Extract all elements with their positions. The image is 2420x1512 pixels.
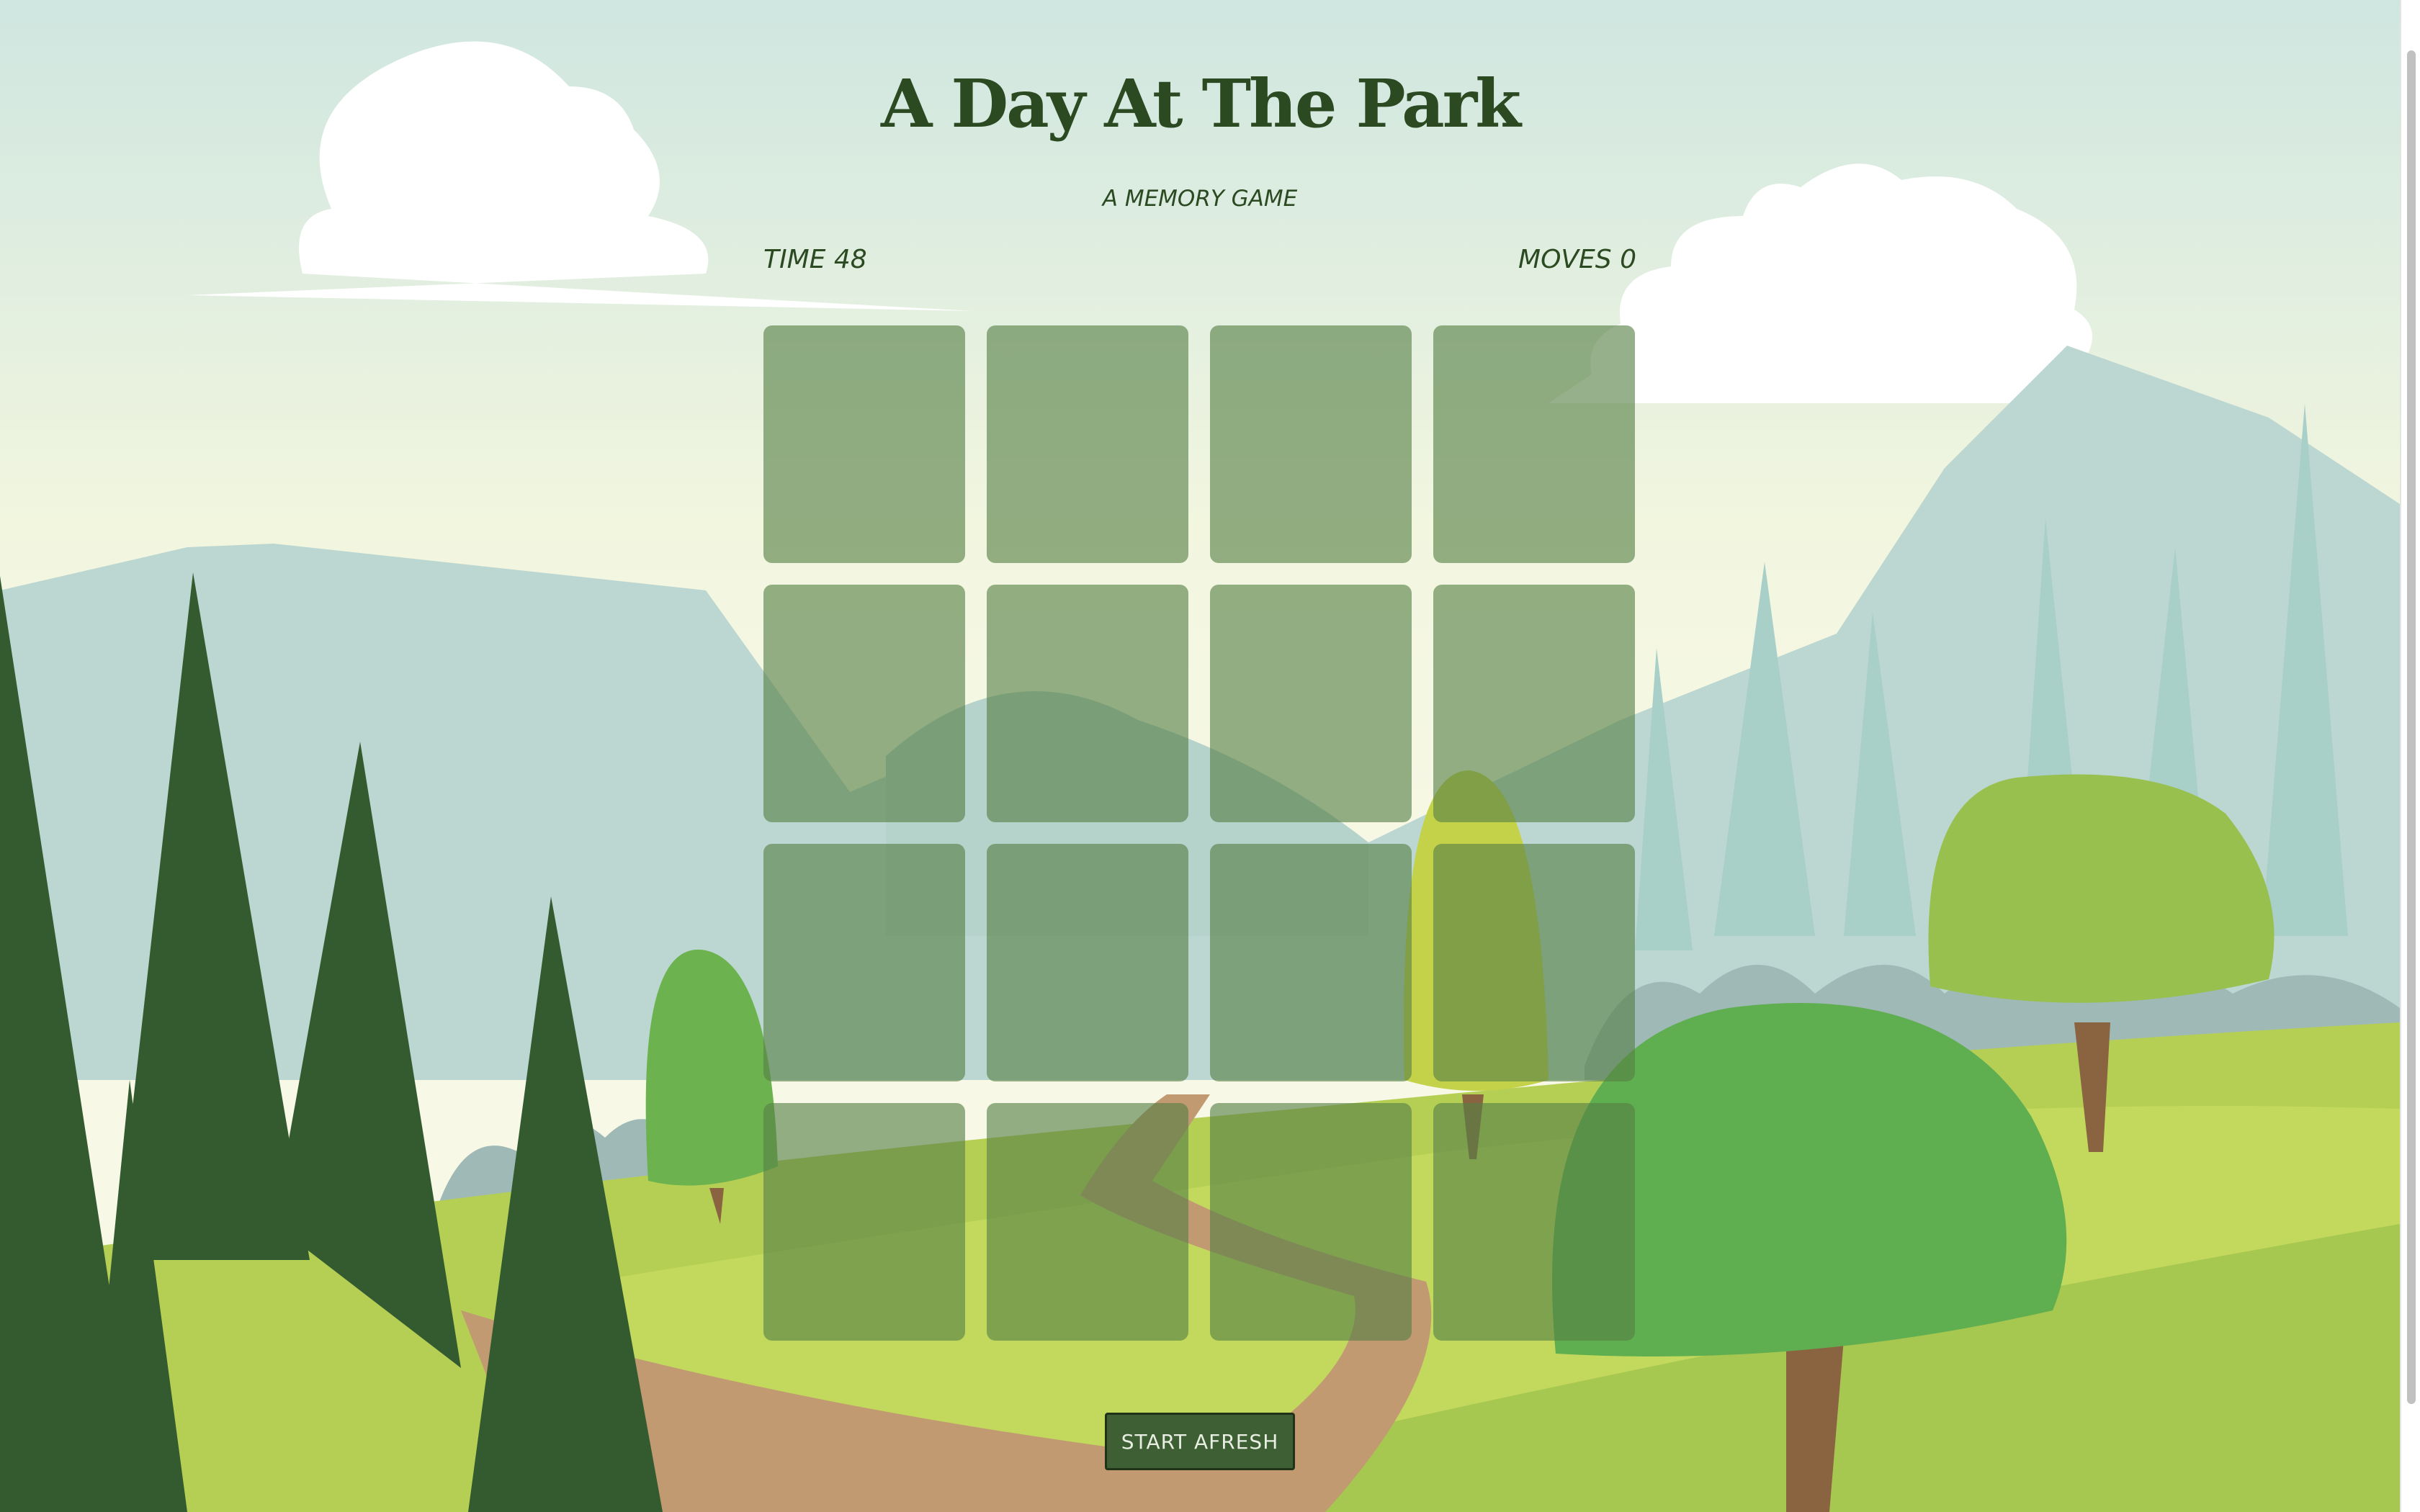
moves-counter: MOVES 0 [1518, 245, 1636, 274]
memory-card[interactable] [1210, 844, 1412, 1081]
memory-card[interactable] [987, 1103, 1188, 1341]
memory-card[interactable] [763, 585, 965, 822]
memory-card[interactable] [1210, 585, 1412, 822]
memory-card[interactable] [1433, 325, 1635, 563]
restart-button[interactable]: START AFRESH [1105, 1413, 1295, 1470]
game-stats: TIME 48 MOVES 0 [763, 245, 1636, 279]
page-scrollbar[interactable] [2400, 0, 2420, 1512]
memory-card[interactable] [763, 325, 965, 563]
memory-card[interactable] [987, 585, 1188, 822]
memory-card[interactable] [1210, 1103, 1412, 1341]
memory-card[interactable] [1210, 325, 1412, 563]
memory-card[interactable] [1433, 585, 1635, 822]
scrollbar-thumb[interactable] [2407, 50, 2416, 1404]
memory-card[interactable] [763, 1103, 965, 1341]
memory-card[interactable] [987, 325, 1188, 563]
memory-game: A Day At The Park A MEMORY GAME TIME 48 … [0, 0, 2400, 1512]
card-grid [763, 325, 1636, 1341]
memory-card[interactable] [1433, 844, 1635, 1081]
timer-display: TIME 48 [763, 245, 867, 274]
page-subtitle: A MEMORY GAME [1102, 186, 1298, 212]
page-title: A Day At The Park [880, 65, 1521, 143]
memory-card[interactable] [987, 844, 1188, 1081]
memory-card[interactable] [1433, 1103, 1635, 1341]
memory-card[interactable] [763, 844, 965, 1081]
